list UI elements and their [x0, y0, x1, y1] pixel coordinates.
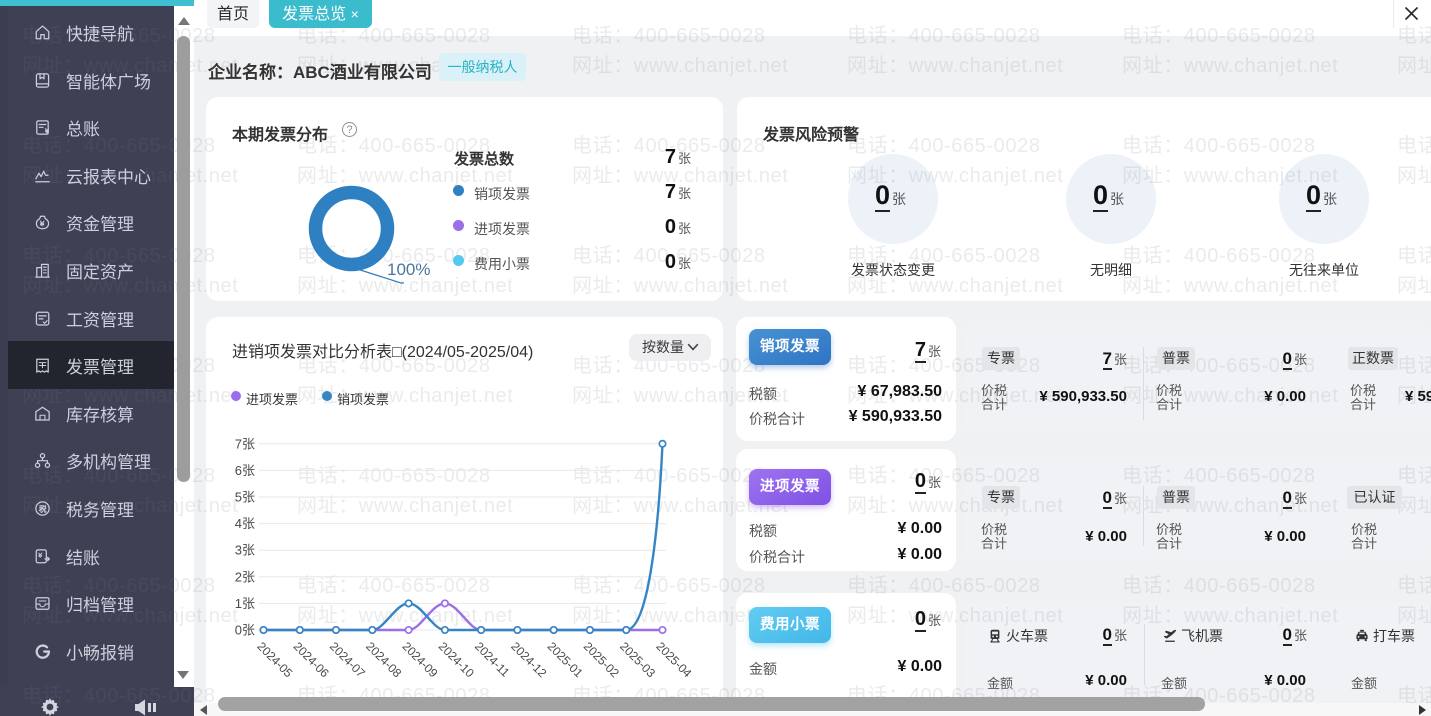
svg-text:2024-07: 2024-07 [327, 639, 368, 680]
svg-text:7张: 7张 [235, 436, 255, 451]
svg-text:2张: 2张 [235, 569, 255, 584]
svg-text:2025-01: 2025-01 [545, 639, 586, 680]
svg-text:0张: 0张 [235, 623, 255, 638]
svg-text:2025-04: 2025-04 [653, 639, 694, 680]
svg-text:100%: 100% [387, 260, 430, 279]
svg-text:1张: 1张 [235, 596, 255, 611]
svg-text:4张: 4张 [235, 516, 255, 531]
svg-text:2024-05: 2024-05 [254, 639, 295, 680]
svg-text:¥: ¥ [45, 128, 49, 135]
svg-text:¥: ¥ [38, 552, 42, 559]
svg-text:2024-10: 2024-10 [436, 639, 477, 680]
svg-text:6张: 6张 [235, 463, 255, 478]
svg-text:2024-12: 2024-12 [508, 639, 549, 680]
svg-text:2024-06: 2024-06 [291, 639, 332, 680]
svg-text:5张: 5张 [235, 490, 255, 505]
svg-text:税: 税 [39, 503, 47, 513]
svg-text:2025-02: 2025-02 [581, 639, 622, 680]
svg-text:2024-08: 2024-08 [363, 639, 404, 680]
svg-text:2025-03: 2025-03 [617, 639, 658, 680]
svg-text:2024-11: 2024-11 [472, 639, 513, 680]
svg-text:3张: 3张 [235, 543, 255, 558]
svg-text:¥: ¥ [40, 219, 45, 228]
svg-text:2024-09: 2024-09 [399, 639, 440, 680]
